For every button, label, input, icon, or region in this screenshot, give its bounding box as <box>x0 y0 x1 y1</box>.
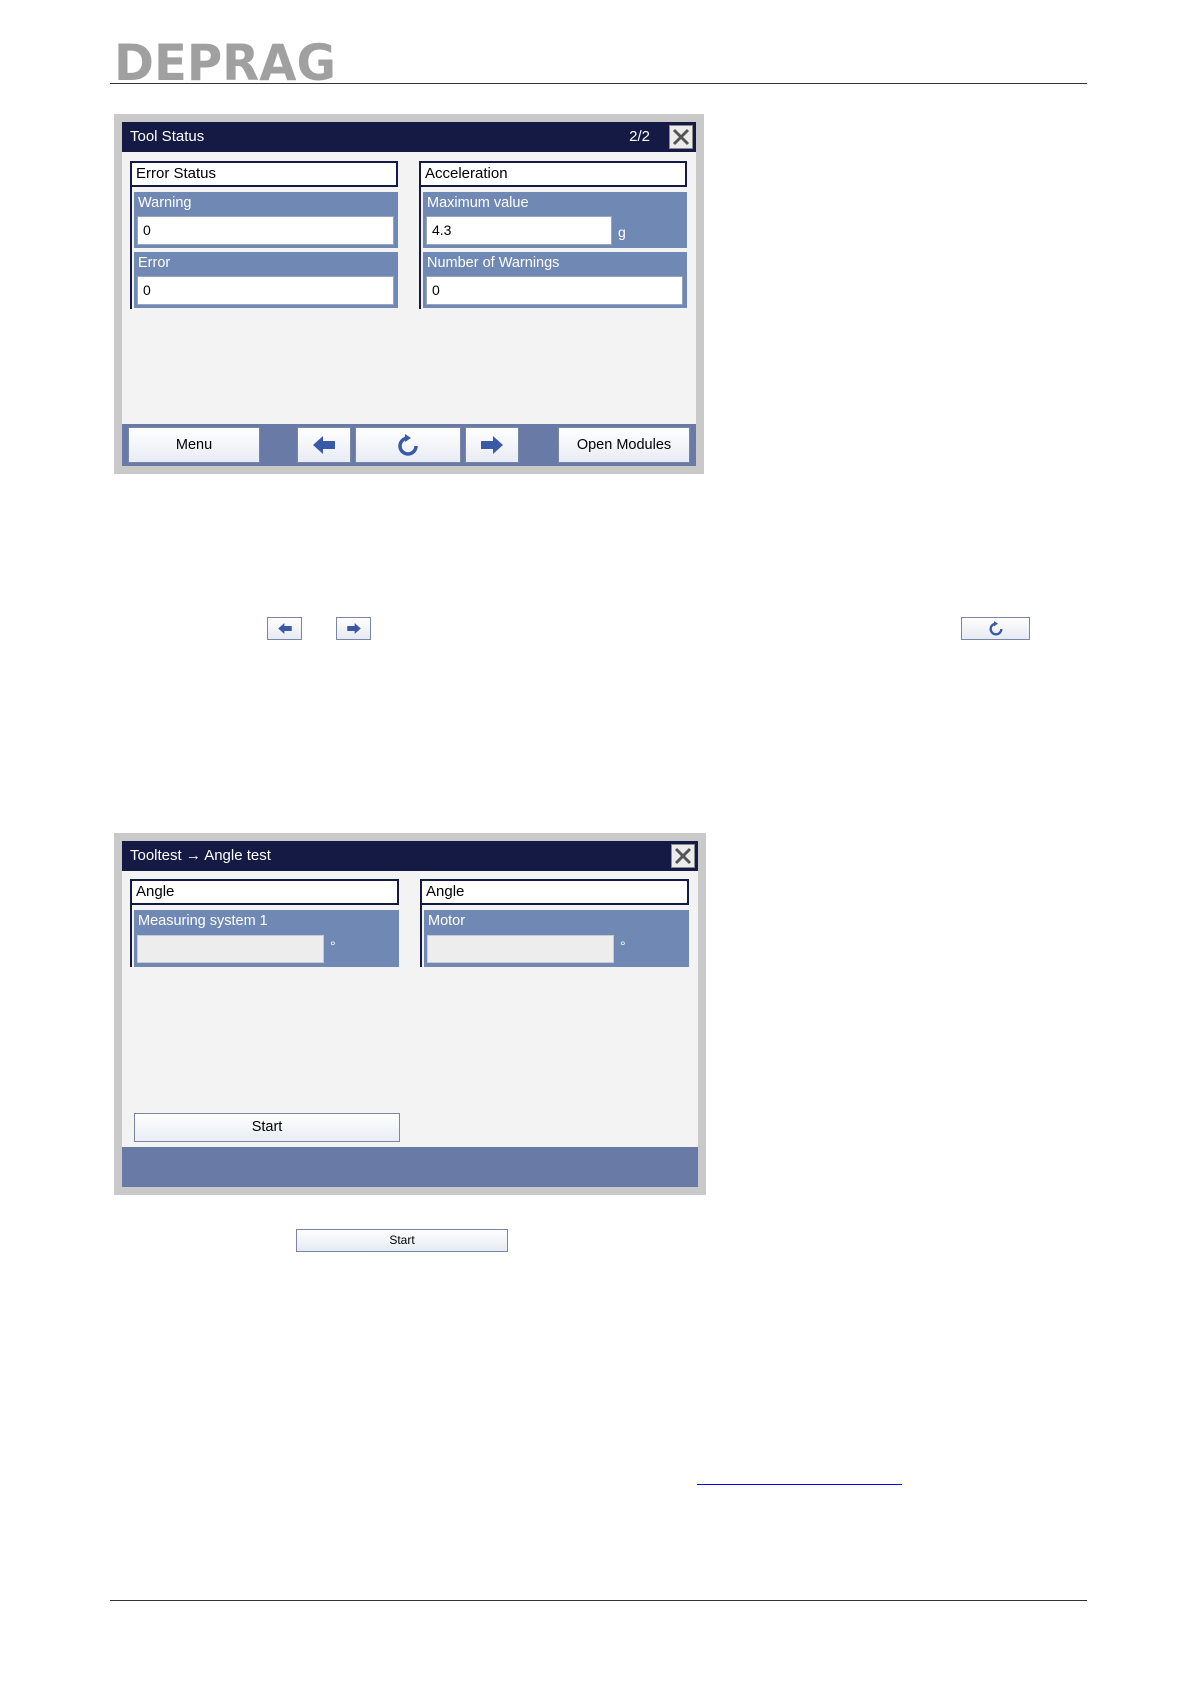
dialog-title: Tool Status <box>130 128 205 145</box>
bottom-bar <box>122 1147 698 1187</box>
previous-button[interactable] <box>297 427 351 463</box>
svg-text:DEPRAG: DEPRAG <box>114 40 336 84</box>
number-of-warnings-value: 0 <box>426 276 683 305</box>
error-value: 0 <box>137 276 394 305</box>
deprag-logo: DEPRAG <box>114 40 336 84</box>
titlebar: Tooltest → Angle test <box>122 841 698 871</box>
close-button[interactable] <box>671 844 695 868</box>
arrow-right-icon <box>481 436 503 454</box>
hyperlink-underline[interactable] <box>697 1484 902 1485</box>
start-label: Start <box>251 1119 283 1135</box>
start-button[interactable]: Start <box>134 1113 400 1142</box>
arrow-left-icon <box>313 436 335 454</box>
next-button-inline[interactable] <box>336 617 371 640</box>
dialog-title: Tooltest → Angle test <box>130 847 271 864</box>
refresh-button[interactable] <box>355 427 461 463</box>
arrow-left-icon <box>277 622 292 635</box>
arrow-right-icon <box>346 622 361 635</box>
warning-value: 0 <box>137 216 394 245</box>
measuring-system-1-value <box>137 935 324 963</box>
field-label: Warning <box>138 195 192 211</box>
field-error: Error 0 <box>134 252 398 308</box>
header-rule <box>110 83 1087 84</box>
tool-status-dialog: Tool Status 2/2 Error Status Warning 0 E… <box>122 122 696 466</box>
group-heading-angle: Angle <box>130 879 399 905</box>
next-button[interactable] <box>465 427 519 463</box>
close-button[interactable] <box>669 125 693 149</box>
open-modules-button[interactable]: Open Modules <box>558 427 690 463</box>
close-icon <box>672 128 690 146</box>
maximum-value: 4.3 <box>426 216 612 245</box>
group-heading-error-status: Error Status <box>130 161 398 187</box>
footer-rule <box>110 1600 1087 1601</box>
degree-unit: ° <box>620 938 626 954</box>
menu-label: Menu <box>175 437 213 453</box>
refresh-icon <box>398 434 418 456</box>
group-heading-acceleration: Acceleration <box>419 161 687 187</box>
refresh-button-inline[interactable] <box>961 617 1030 640</box>
field-label: Motor <box>428 913 466 929</box>
field-number-of-warnings: Number of Warnings 0 <box>423 252 687 308</box>
field-measuring-system-1: Measuring system 1 ° <box>134 910 399 967</box>
menu-button[interactable]: Menu <box>128 427 260 463</box>
titlebar: Tool Status 2/2 <box>122 122 696 152</box>
field-label: Number of Warnings <box>427 255 560 271</box>
motor-value <box>427 935 614 963</box>
field-maximum-value: Maximum value 4.3 g <box>423 192 687 248</box>
unit-label: g <box>618 224 626 240</box>
angle-test-dialog: Tooltest → Angle test Angle Measuring sy… <box>122 841 698 1187</box>
field-label: Maximum value <box>427 195 529 211</box>
close-icon <box>674 847 692 865</box>
start-button-inline[interactable]: Start <box>296 1229 508 1252</box>
open-modules-label: Open Modules <box>576 437 672 453</box>
refresh-icon <box>989 621 1002 636</box>
field-label: Measuring system 1 <box>138 913 268 929</box>
field-motor: Motor ° <box>424 910 689 967</box>
field-warning: Warning 0 <box>134 192 398 248</box>
group-heading-angle: Angle <box>420 879 689 905</box>
bottom-bar: Menu Open Modules <box>122 424 696 466</box>
field-label: Error <box>138 255 171 271</box>
page-indicator: 2/2 <box>629 128 650 145</box>
degree-unit: ° <box>330 938 336 954</box>
start-label: Start <box>389 1233 415 1247</box>
previous-button-inline[interactable] <box>267 617 302 640</box>
